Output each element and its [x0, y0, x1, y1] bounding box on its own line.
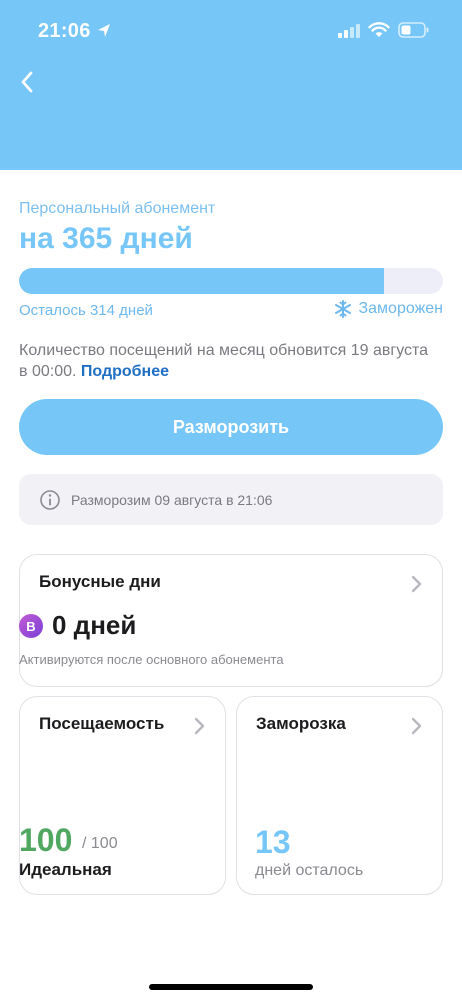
- attendance-score: 100: [19, 822, 73, 858]
- header: 21:06: [0, 0, 462, 170]
- home-indicator[interactable]: [149, 984, 313, 990]
- visits-note: Количество посещений на месяц обновится …: [19, 340, 439, 382]
- location-arrow-icon: [98, 24, 110, 37]
- chevron-right-icon: [411, 717, 422, 735]
- frozen-status-badge: Заморожен: [334, 300, 443, 318]
- battery-icon: [398, 22, 429, 38]
- chevron-right-icon: [194, 717, 205, 735]
- status-bar: 21:06: [0, 0, 462, 60]
- chevron-left-icon: [21, 71, 33, 93]
- chevron-right-icon: [411, 575, 422, 593]
- unfreeze-info-box: Разморозим 09 августа в 21:06: [19, 474, 443, 525]
- bonus-days-value: 0 дней: [52, 610, 137, 640]
- subscription-progress-fill: [19, 268, 384, 294]
- subscription-progress-bar: [19, 268, 443, 294]
- info-icon: [40, 489, 60, 510]
- signal-icon: [338, 24, 360, 38]
- subscription-duration: на 365 дней: [19, 222, 193, 255]
- snowflake-icon: [335, 300, 352, 318]
- status-time: 21:06: [38, 20, 91, 42]
- unfreeze-button[interactable]: Разморозить: [19, 399, 443, 455]
- bonus-days-title: Бонусные дни: [39, 572, 161, 591]
- wifi-icon: [368, 22, 390, 37]
- attendance-label: Идеальная: [19, 860, 112, 879]
- bonus-coin-icon: B: [19, 614, 43, 638]
- attendance-title: Посещаемость: [39, 714, 165, 733]
- attendance-max: / 100: [82, 835, 118, 852]
- more-link[interactable]: Подробнее: [81, 363, 169, 380]
- subscription-type: Персональный абонемент: [19, 200, 216, 217]
- freeze-title: Заморозка: [256, 714, 346, 733]
- back-button[interactable]: [14, 68, 40, 96]
- freeze-days-label: дней осталось: [255, 862, 364, 879]
- freeze-days-left: 13: [255, 824, 291, 860]
- days-remaining: Осталось 314 дней: [19, 302, 153, 319]
- frozen-status-label: Заморожен: [358, 300, 443, 317]
- unfreeze-info-text: Разморозим 09 августа в 21:06: [71, 491, 273, 508]
- bonus-days-note: Активируются после основного абонемента: [19, 652, 284, 667]
